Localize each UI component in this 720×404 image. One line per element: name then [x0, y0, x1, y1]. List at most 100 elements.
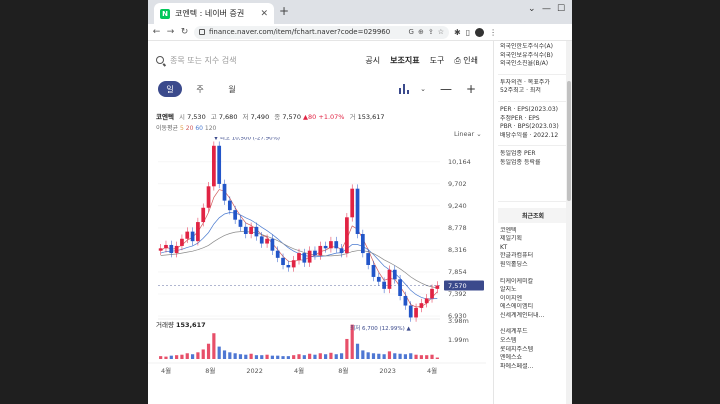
candle-body [222, 183, 227, 201]
menu-indicators[interactable]: 보조지표 [390, 55, 419, 66]
volume-value: 153,617 [357, 113, 385, 121]
candle [227, 196, 232, 215]
sidepanel-icon[interactable]: ▯ [466, 28, 470, 37]
candlestick-type-icon[interactable] [398, 84, 412, 94]
recent-item[interactable]: 알지노 [494, 286, 572, 295]
candle [323, 241, 328, 253]
x-tick-label: 2022 [246, 367, 263, 375]
scrollbar[interactable] [566, 41, 572, 404]
browser-tab[interactable]: N 코엔텍 : 네이버 증권 ✕ [154, 3, 274, 24]
candle-body [217, 145, 222, 184]
extensions-icon[interactable]: ✱ [454, 28, 461, 37]
recent-item[interactable]: 티케이케미칼 [494, 278, 572, 287]
candle-body [302, 253, 307, 263]
zoom-in-button[interactable]: + [466, 82, 476, 96]
price-tick-label: 9,702 [448, 180, 467, 188]
recent-item[interactable]: 제일기획 [494, 235, 572, 244]
candle [158, 244, 163, 255]
volume-bar [244, 354, 248, 359]
volume-bar [318, 353, 322, 359]
candle-body [398, 279, 402, 296]
share-icon[interactable]: ⇪ [428, 28, 434, 36]
kebab-menu-icon[interactable]: ⋮ [489, 28, 497, 37]
period-weekly[interactable]: 주 [186, 81, 214, 97]
back-icon[interactable]: ← [152, 27, 161, 37]
volume-bar [270, 355, 274, 359]
zoom-out-button[interactable]: — [440, 82, 452, 96]
volume-bar [164, 356, 168, 359]
recent-item[interactable]: 코엔텍 [494, 227, 572, 236]
search-icon[interactable] [156, 56, 164, 64]
opinion-info: 투자의견 · 목표주가 52주최고 · 최저 [494, 79, 572, 96]
chevron-down-icon[interactable]: ⌄ [528, 4, 536, 14]
price-chart[interactable]: 10,1649,7029,2408,7788,3167,8547,3926,93… [148, 137, 486, 387]
ohlc-legend: 코엔텍 시 7,530 고 7,680 저 7,490 종 7,570 ▲80 … [156, 113, 385, 121]
volume-bar [281, 356, 285, 359]
tab-title: 코엔텍 : 네이버 증권 [175, 9, 245, 18]
info-row: 52주최고 · 최저 [500, 87, 541, 95]
volume-bar [393, 353, 397, 359]
low-annotation: 최저 6,700 (12.99%) ▲ [350, 324, 411, 332]
recent-item[interactable]: 원익홀딩스 [494, 261, 572, 270]
period-daily[interactable]: 일 [158, 81, 182, 97]
candle-body [212, 145, 216, 187]
candle [254, 222, 259, 241]
candle [334, 236, 339, 253]
candle-body [164, 244, 168, 249]
profile-avatar-icon[interactable] [475, 27, 485, 37]
close-tab-icon[interactable]: ✕ [260, 9, 268, 19]
menu-disclosure[interactable]: 공시 [365, 55, 380, 66]
candle-body [291, 260, 296, 268]
recent-item[interactable]: 엔에스쇼 [494, 354, 572, 363]
info-row: 투자의견 · 목표주가 [500, 78, 550, 86]
recent-item[interactable]: 신세계계인터내... [494, 312, 572, 321]
candle [243, 222, 248, 239]
recent-item[interactable]: 이이지엔 [494, 295, 572, 304]
recent-item[interactable]: 롯데지주스템 [494, 346, 572, 355]
search-input[interactable]: 종목 또는 지수 검색 [170, 55, 355, 66]
menu-print[interactable]: ⎙ 인쇄 [454, 55, 478, 66]
candle [355, 184, 360, 239]
recent-item[interactable]: KT [494, 244, 572, 253]
google-icon[interactable]: G [409, 28, 414, 36]
candle [350, 184, 355, 222]
volume-tick-label: 3.98m [448, 317, 469, 325]
maximize-icon[interactable]: ☐ [557, 4, 565, 14]
recent-item[interactable]: 오스템 [494, 337, 572, 346]
chevron-down-icon[interactable]: ⌄ [420, 85, 426, 93]
candle-body [174, 245, 179, 254]
menu-tools[interactable]: 도구 [430, 55, 445, 66]
candle-body [414, 307, 418, 318]
minimize-icon[interactable]: — [542, 4, 551, 14]
recent-item[interactable]: 한글과컴퓨터 [494, 252, 572, 261]
recent-item[interactable]: 파에스페셜... [494, 363, 572, 372]
sector-info: 동일업종 PER 동일업종 등락률 [494, 150, 572, 167]
address-bar[interactable]: finance.naver.com/item/fchart.naver?code… [194, 25, 449, 39]
candle [212, 141, 216, 191]
scrollbar-thumb[interactable] [567, 81, 571, 201]
candle-body [307, 250, 312, 263]
zoom-icon[interactable]: ⊕ [418, 28, 424, 36]
price-tick-label: 8,778 [448, 224, 467, 232]
volume-bar [414, 354, 418, 359]
candle-body [419, 303, 424, 308]
search-bar[interactable]: 종목 또는 지수 검색 공시 보조지표 도구 ⎙ 인쇄 [148, 49, 486, 71]
print-icon: ⎙ [454, 55, 461, 65]
bookmark-star-icon[interactable]: ☆ [438, 28, 444, 36]
forward-icon[interactable]: → [166, 27, 175, 37]
recent-item[interactable]: 신세계푸드 [494, 328, 572, 337]
recent-item[interactable]: 에스에이엠티 [494, 303, 572, 312]
period-monthly[interactable]: 월 [218, 81, 246, 97]
volume-bar [222, 350, 227, 359]
candle-body [249, 226, 253, 234]
reload-icon[interactable]: ↻ [180, 27, 189, 37]
volume-bar [254, 355, 259, 359]
candle-body [196, 222, 200, 242]
volume-bar [371, 353, 376, 359]
candle [190, 227, 195, 246]
candle-body [233, 210, 238, 220]
candle-body [270, 238, 275, 251]
volume-bar [260, 355, 264, 359]
new-tab-button[interactable]: + [279, 4, 289, 18]
candle [419, 298, 424, 313]
